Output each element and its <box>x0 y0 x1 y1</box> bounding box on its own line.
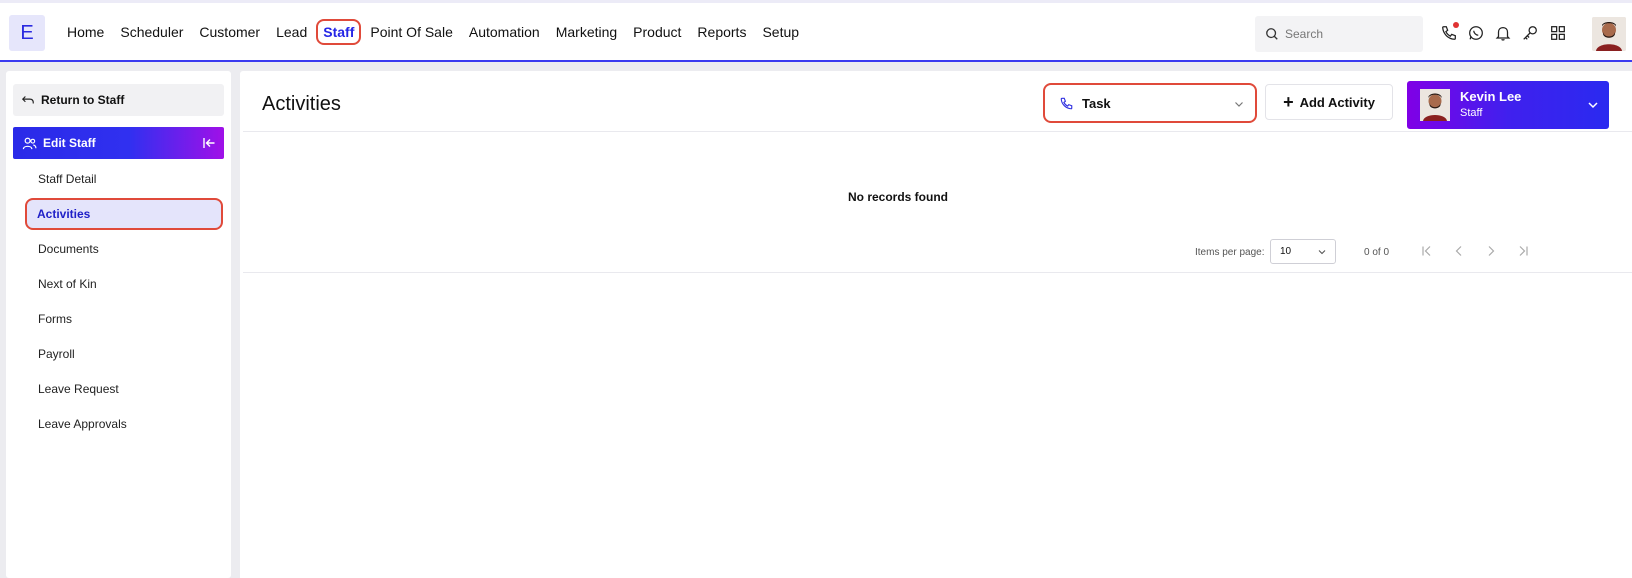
header-divider <box>243 131 1632 132</box>
sidebar: Return to Staff Edit Staff Staff Detail … <box>6 71 231 578</box>
main-panel: Activities Task + Add Activity Kevin Lee… <box>240 71 1632 578</box>
sidebar-item-activities[interactable]: Activities <box>25 198 223 230</box>
items-per-page-label: Items per page: <box>1195 247 1265 258</box>
empty-state-message: No records found <box>847 190 948 204</box>
key-icon[interactable] <box>1521 24 1539 42</box>
chevron-down-icon <box>1318 250 1326 255</box>
sidebar-item-payroll[interactable]: Payroll <box>25 338 231 370</box>
return-label: Return to Staff <box>41 93 125 107</box>
prev-page-icon[interactable] <box>1452 244 1466 258</box>
bell-icon[interactable] <box>1494 24 1512 42</box>
collapse-sidebar-icon[interactable] <box>202 136 216 150</box>
nav-product[interactable]: Product <box>632 20 682 44</box>
sidebar-item-documents[interactable]: Documents <box>25 233 231 265</box>
whatsapp-icon[interactable] <box>1467 24 1485 42</box>
edit-staff-label: Edit Staff <box>43 136 96 150</box>
next-page-icon[interactable] <box>1484 244 1498 258</box>
table-divider <box>243 272 1632 273</box>
edit-staff-header: Edit Staff <box>13 127 224 159</box>
search-input[interactable] <box>1285 27 1415 41</box>
sidebar-item-staff-detail[interactable]: Staff Detail <box>25 163 231 195</box>
top-navbar: E Home Scheduler Customer Lead Staff Poi… <box>0 0 1632 62</box>
first-page-icon[interactable] <box>1420 244 1434 258</box>
nav-lead[interactable]: Lead <box>275 20 308 44</box>
nav-reports[interactable]: Reports <box>696 20 747 44</box>
add-activity-label: Add Activity <box>1299 94 1375 110</box>
grid-icon[interactable] <box>1549 24 1567 42</box>
sidebar-item-next-of-kin[interactable]: Next of Kin <box>25 268 231 300</box>
staff-role: Staff <box>1460 107 1483 119</box>
phone-icon <box>1060 97 1073 109</box>
users-icon <box>22 137 37 149</box>
staff-user-card[interactable]: Kevin Lee Staff <box>1407 81 1609 129</box>
chevron-down-icon <box>1588 102 1598 109</box>
items-per-page-select[interactable]: 10 <box>1270 239 1336 264</box>
sidebar-menu: Staff Detail Activities Documents Next o… <box>25 163 231 443</box>
app-logo[interactable]: E <box>9 15 45 51</box>
page-range: 0 of 0 <box>1364 247 1390 258</box>
user-avatar[interactable] <box>1592 17 1626 51</box>
nav-point-of-sale[interactable]: Point Of Sale <box>369 20 454 44</box>
activity-type-select[interactable]: Task <box>1043 83 1257 123</box>
sidebar-item-leave-request[interactable]: Leave Request <box>25 373 231 405</box>
last-page-icon[interactable] <box>1516 244 1530 258</box>
nav-home[interactable]: Home <box>66 20 105 44</box>
nav-automation[interactable]: Automation <box>468 20 541 44</box>
plus-icon: + <box>1283 92 1294 112</box>
nav-customer[interactable]: Customer <box>198 20 261 44</box>
search-box <box>1255 16 1423 52</box>
return-arrow-icon <box>21 96 34 104</box>
search-icon <box>1266 28 1278 40</box>
page-title: Activities <box>262 93 341 115</box>
main-nav: Home Scheduler Customer Lead Staff Point… <box>66 3 814 61</box>
sidebar-item-leave-approvals[interactable]: Leave Approvals <box>25 408 231 440</box>
nav-staff[interactable]: Staff <box>316 19 362 45</box>
nav-setup[interactable]: Setup <box>761 20 800 44</box>
phone-icon[interactable] <box>1440 22 1459 42</box>
notification-dot <box>1453 22 1459 28</box>
nav-marketing[interactable]: Marketing <box>555 20 618 44</box>
logo-letter: E <box>20 21 34 44</box>
chevron-down-icon <box>1235 102 1243 107</box>
staff-name: Kevin Lee <box>1460 89 1522 104</box>
return-to-staff-button[interactable]: Return to Staff <box>13 84 224 116</box>
items-per-page-value: 10 <box>1280 246 1292 257</box>
pagination: Items per page: 10 0 of 0 <box>240 239 1556 267</box>
nav-scheduler[interactable]: Scheduler <box>119 20 184 44</box>
sidebar-item-forms[interactable]: Forms <box>25 303 231 335</box>
add-activity-button[interactable]: + Add Activity <box>1265 84 1393 120</box>
activity-type-value: Task <box>1082 95 1111 111</box>
staff-avatar <box>1420 89 1450 121</box>
